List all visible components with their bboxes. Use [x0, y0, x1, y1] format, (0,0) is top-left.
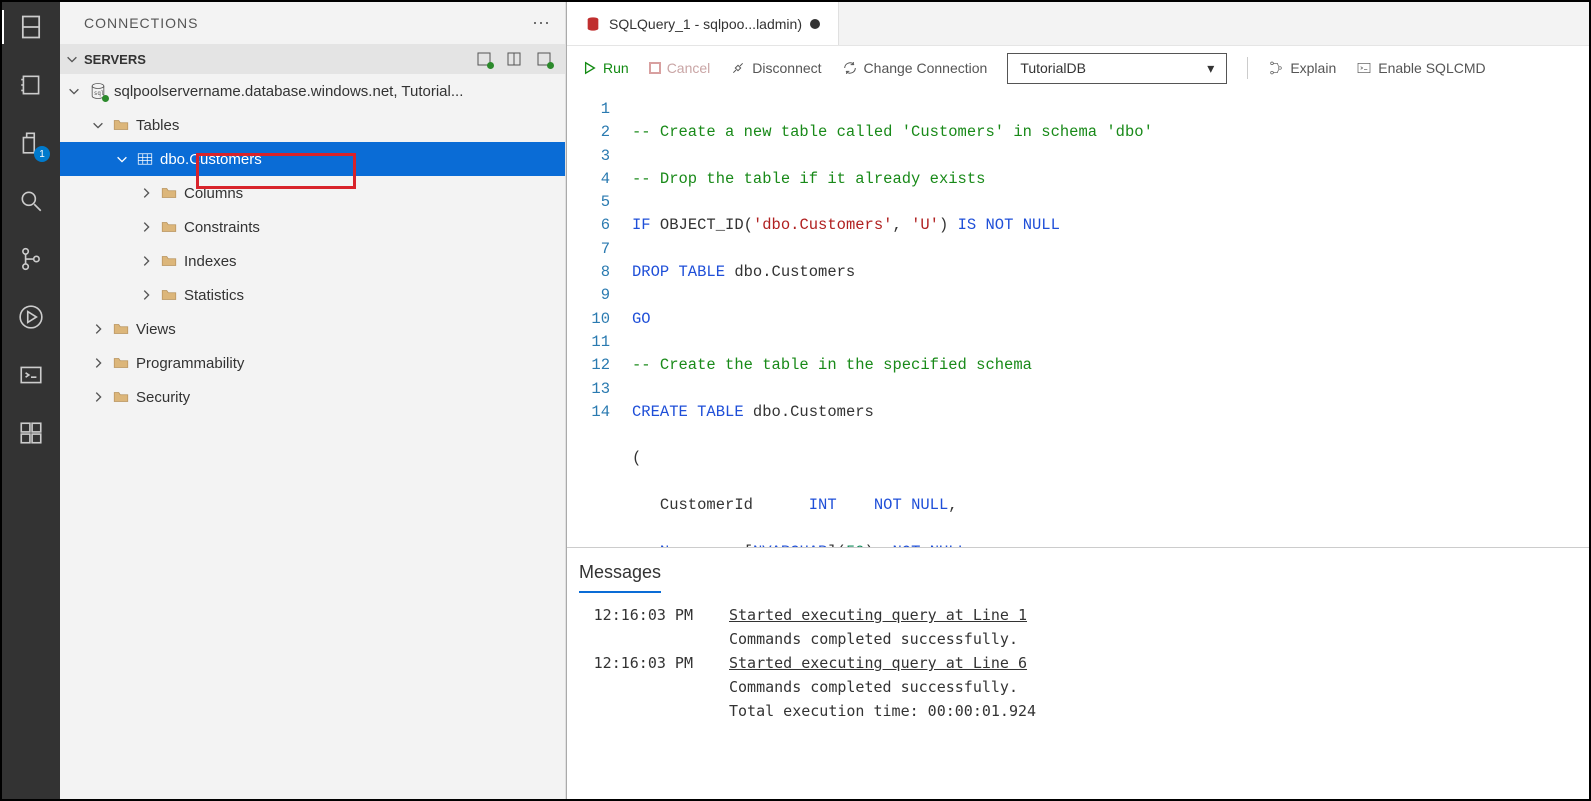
disconnect-button[interactable]: Disconnect [730, 60, 821, 76]
columns-label: Columns [184, 185, 243, 202]
server-node[interactable]: sql sqlpoolservername.database.windows.n… [60, 74, 565, 108]
chevron-down-icon [90, 117, 106, 133]
chevron-down-icon: ▾ [1207, 60, 1214, 77]
run-button[interactable]: Run [583, 60, 629, 76]
folder-icon [112, 320, 130, 338]
folder-icon [112, 354, 130, 372]
chevron-down-icon [114, 151, 130, 167]
source-control-activity-icon[interactable] [14, 242, 48, 276]
new-connection-icon[interactable] [475, 50, 493, 68]
programmability-label: Programmability [136, 355, 244, 372]
sqlcmd-label: Enable SQLCMD [1378, 60, 1485, 76]
dirty-indicator-icon [810, 19, 820, 29]
servers-section-header[interactable]: SERVERS [60, 44, 565, 74]
tab-sqlquery1[interactable]: SQLQuery_1 - sqlpoo...ladmin) [567, 2, 839, 45]
tab-title: SQLQuery_1 - sqlpoo...ladmin) [609, 16, 802, 32]
chevron-down-icon [64, 51, 80, 67]
views-label: Views [136, 321, 176, 338]
explain-label: Explain [1290, 60, 1336, 76]
explain-button[interactable]: Explain [1268, 60, 1336, 76]
explorer-badge: 1 [34, 146, 50, 162]
code-content[interactable]: -- Create a new table called 'Customers'… [622, 90, 1589, 547]
customers-table-node[interactable]: dbo.Customers [60, 142, 565, 176]
disconnect-label: Disconnect [752, 60, 821, 76]
message-link[interactable]: Started executing query at Line 6 [729, 654, 1027, 672]
editor-area: SQLQuery_1 - sqlpoo...ladmin) Run Cancel… [566, 2, 1589, 799]
chevron-right-icon [138, 287, 154, 303]
customers-label: dbo.Customers [160, 151, 262, 168]
extensions-activity-icon[interactable] [14, 416, 48, 450]
views-node[interactable]: Views [60, 312, 565, 346]
security-node[interactable]: Security [60, 380, 565, 414]
folder-icon [160, 184, 178, 202]
database-server-icon: sql [88, 81, 108, 101]
chevron-right-icon [138, 185, 154, 201]
search-activity-icon[interactable] [14, 184, 48, 218]
activity-bar: 1 [2, 2, 60, 799]
code-editor[interactable]: 123 456 789 101112 1314 -- Create a new … [567, 90, 1589, 547]
message-link[interactable]: Started executing query at Line 1 [729, 606, 1027, 624]
statistics-label: Statistics [184, 287, 244, 304]
indexes-label: Indexes [184, 253, 237, 270]
chevron-right-icon [138, 253, 154, 269]
tables-label: Tables [136, 117, 179, 134]
tab-bar: SQLQuery_1 - sqlpoo...ladmin) [567, 2, 1589, 46]
folder-icon [112, 388, 130, 406]
enable-sqlcmd-button[interactable]: Enable SQLCMD [1356, 60, 1485, 76]
statistics-node[interactable]: Statistics [60, 278, 565, 312]
new-query-icon[interactable] [535, 50, 553, 68]
chevron-right-icon [90, 355, 106, 371]
editor-toolbar: Run Cancel Disconnect Change Connection … [567, 46, 1589, 90]
table-icon [136, 150, 154, 168]
folder-icon [160, 252, 178, 270]
svg-text:sql: sql [94, 91, 105, 97]
constraints-node[interactable]: Constraints [60, 210, 565, 244]
notebook-activity-icon[interactable] [14, 68, 48, 102]
chevron-right-icon [138, 219, 154, 235]
chevron-down-icon [66, 83, 82, 99]
security-label: Security [136, 389, 190, 406]
server-tree: sql sqlpoolservername.database.windows.n… [60, 74, 565, 414]
database-select-value: TutorialDB [1020, 60, 1086, 76]
messages-tab[interactable]: Messages [579, 558, 661, 593]
messages-body: 12:16:03 PMStarted executing query at Li… [579, 603, 1577, 723]
stop-icon [649, 62, 661, 74]
folder-icon [160, 286, 178, 304]
run-label: Run [603, 60, 629, 76]
sidebar-title: CONNECTIONS [84, 15, 198, 31]
programmability-node[interactable]: Programmability [60, 346, 565, 380]
indexes-node[interactable]: Indexes [60, 244, 565, 278]
database-select[interactable]: TutorialDB ▾ [1007, 53, 1227, 84]
folder-icon [160, 218, 178, 236]
constraints-label: Constraints [184, 219, 260, 236]
chevron-right-icon [90, 389, 106, 405]
connections-sidebar: CONNECTIONS ⋯ SERVERS sql sqlpoolservern… [60, 2, 566, 799]
message-text: Commands completed successfully. [729, 627, 1577, 651]
server-label: sqlpoolservername.database.windows.net, … [114, 83, 463, 100]
cancel-button[interactable]: Cancel [649, 60, 711, 76]
cancel-label: Cancel [667, 60, 711, 76]
new-group-icon[interactable] [505, 50, 523, 68]
folder-icon [112, 116, 130, 134]
separator [1247, 57, 1248, 79]
message-text: Total execution time: 00:00:01.924 [729, 699, 1577, 723]
debug-activity-icon[interactable] [14, 300, 48, 334]
line-gutter: 123 456 789 101112 1314 [567, 90, 622, 547]
terminal-activity-icon[interactable] [14, 358, 48, 392]
message-text: Commands completed successfully. [729, 675, 1577, 699]
change-connection-label: Change Connection [864, 60, 988, 76]
explorer-activity-icon[interactable]: 1 [14, 126, 48, 160]
tables-node[interactable]: Tables [60, 108, 565, 142]
change-connection-button[interactable]: Change Connection [842, 60, 988, 76]
database-icon [585, 16, 601, 32]
sidebar-more-icon[interactable]: ⋯ [532, 13, 551, 34]
columns-node[interactable]: Columns [60, 176, 565, 210]
chevron-right-icon [90, 321, 106, 337]
servers-activity-icon[interactable] [14, 10, 48, 44]
servers-label: SERVERS [84, 52, 146, 67]
messages-panel: Messages 12:16:03 PMStarted executing qu… [567, 547, 1589, 799]
